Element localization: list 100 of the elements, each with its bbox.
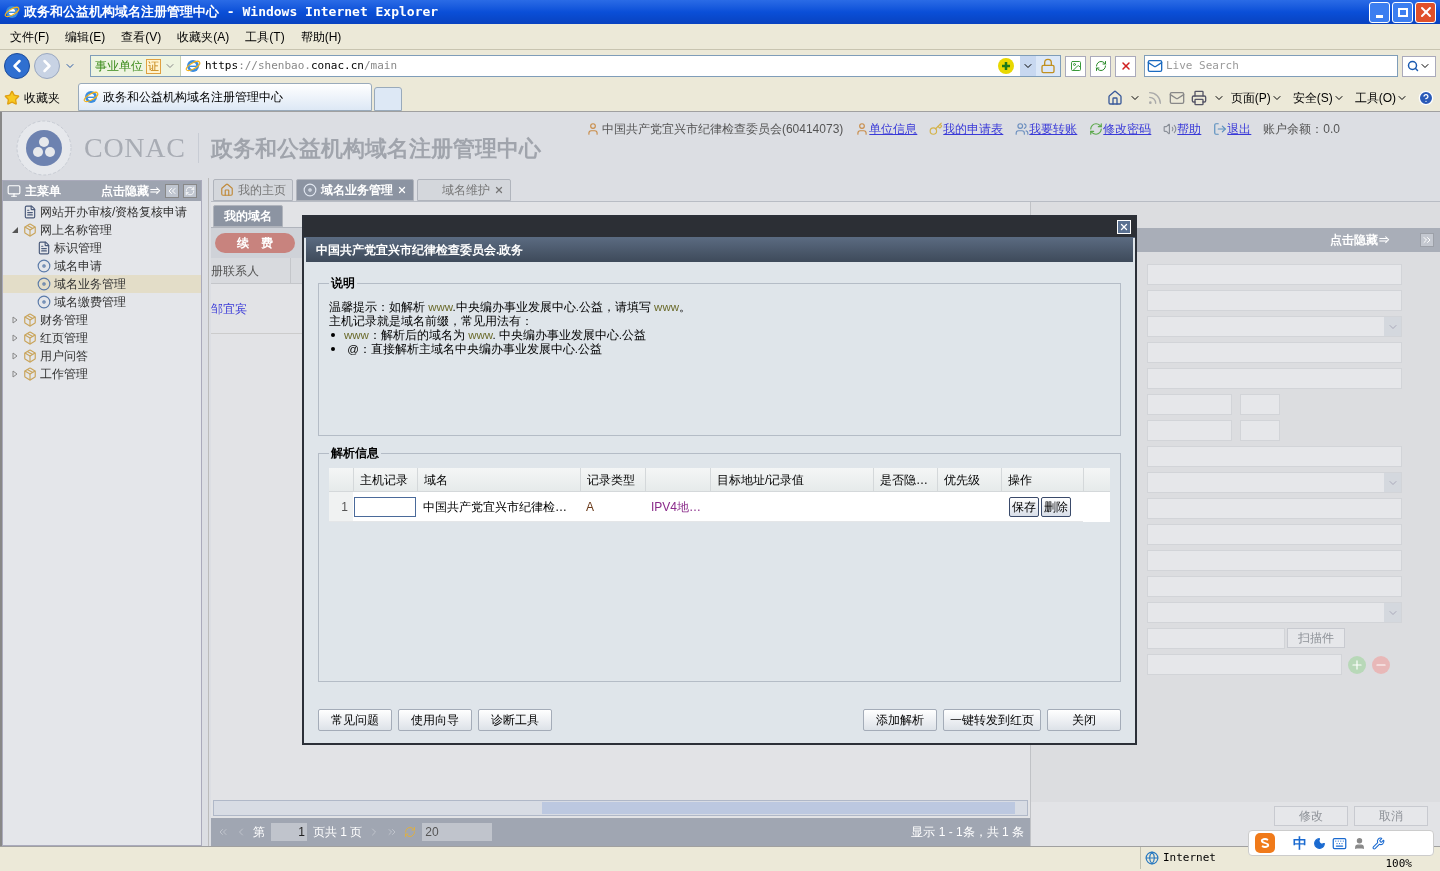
select-field[interactable] xyxy=(1147,316,1402,337)
select-field[interactable] xyxy=(1147,472,1402,493)
dialog-button[interactable]: 常见问题 xyxy=(318,709,392,731)
stop-button[interactable] xyxy=(1115,55,1136,77)
tree-toggle-icon[interactable] xyxy=(11,226,19,234)
tree-toggle-icon[interactable] xyxy=(11,370,19,378)
column-header[interactable]: 是否隐… xyxy=(873,468,937,491)
page-number-field[interactable]: 1 xyxy=(271,823,307,841)
sidebar-item[interactable]: 网上名称管理 xyxy=(3,221,201,239)
close-button[interactable] xyxy=(1415,1,1436,23)
sidebar-item[interactable]: 标识管理 xyxy=(3,239,201,257)
column-header[interactable]: 优先级 xyxy=(937,468,1001,491)
lock-button[interactable] xyxy=(1036,56,1060,76)
sidebar-item[interactable]: 用户问答 xyxy=(3,347,201,365)
dropdown-button[interactable] xyxy=(1020,56,1036,76)
tree-toggle-icon[interactable] xyxy=(11,352,19,360)
refresh-icon[interactable] xyxy=(404,826,417,838)
add-icon[interactable] xyxy=(998,58,1014,74)
collapse-button[interactable] xyxy=(1420,233,1434,247)
search-button[interactable] xyxy=(1402,55,1436,77)
print-icon[interactable] xyxy=(1190,90,1207,106)
restore-button[interactable] xyxy=(1392,1,1413,23)
menu-item[interactable]: 文件(F) xyxy=(10,27,50,46)
close-tab-icon[interactable] xyxy=(494,185,504,195)
menu-item[interactable]: 工具(T) xyxy=(245,27,285,46)
new-tab-button[interactable] xyxy=(374,87,402,111)
moon-icon[interactable] xyxy=(1313,836,1326,850)
header-link[interactable]: 退出 xyxy=(1227,120,1252,138)
sidebar-item[interactable]: 财务管理 xyxy=(3,311,201,329)
input-mode[interactable]: 中 xyxy=(1293,832,1307,854)
column-header[interactable]: 册联系人 xyxy=(211,258,291,283)
menu-item[interactable]: 帮助(H) xyxy=(300,27,342,46)
column-header[interactable]: 域名 xyxy=(417,468,580,491)
row-action-button[interactable]: 删除 xyxy=(1041,496,1071,517)
column-header[interactable]: 操作 xyxy=(1001,468,1083,491)
browser-logo-icon xyxy=(4,4,20,20)
home-icon[interactable] xyxy=(1106,90,1123,106)
wrench-icon[interactable] xyxy=(1372,836,1385,850)
menu-item[interactable]: 编辑(E) xyxy=(65,27,106,46)
box-icon xyxy=(23,367,37,381)
dialog-button[interactable]: 一键转发到红页 xyxy=(943,709,1041,731)
back-button[interactable] xyxy=(4,53,30,79)
command-menu[interactable]: 工具(O) xyxy=(1354,89,1408,107)
close-button[interactable] xyxy=(1117,220,1131,234)
help-icon[interactable] xyxy=(1418,90,1434,106)
command-menu[interactable]: 页面(P) xyxy=(1230,89,1283,107)
note-text: 主机记录就是域名前缀，常见用法有： xyxy=(329,314,533,328)
page-size-select[interactable]: 20 xyxy=(422,823,493,841)
feed-icon[interactable] xyxy=(1146,90,1163,106)
menu-item[interactable]: 查看(V) xyxy=(121,27,162,46)
address-field[interactable]: 事业单位 证 https://shenbao.conac.cn/main xyxy=(90,55,1061,77)
bullet-icon xyxy=(331,333,335,337)
first-page-icon[interactable] xyxy=(217,826,229,838)
sidebar-item[interactable]: 工作管理 xyxy=(3,365,201,383)
browser-tab[interactable]: 政务和公益机构域名注册管理中心 xyxy=(78,83,372,111)
tree-toggle-icon[interactable] xyxy=(11,334,19,342)
sidebar-item[interactable]: 域名业务管理 xyxy=(3,275,201,293)
mail-icon[interactable] xyxy=(1168,90,1185,106)
sidebar-item[interactable]: 域名申请 xyxy=(3,257,201,275)
note-text: @：直接解析主域名中央编办事业发展中心.公益 xyxy=(346,342,603,356)
column-header[interactable]: 目标地址/记录值 xyxy=(710,468,873,491)
sidebar-item[interactable]: 域名缴费管理 xyxy=(3,293,201,311)
zone-label: Internet xyxy=(1163,849,1216,866)
header-link[interactable]: 我要转账 xyxy=(1029,120,1078,138)
dialog-button[interactable]: 关闭 xyxy=(1047,709,1121,731)
keyboard-icon[interactable] xyxy=(1332,835,1347,851)
column-header[interactable]: 主机记录 xyxy=(353,468,417,491)
compatibility-button[interactable] xyxy=(1065,55,1086,77)
row-action-button[interactable]: 保存 xyxy=(1009,496,1039,517)
sidebar-item[interactable]: 网站开办审核/资格复核申请 xyxy=(3,203,201,221)
tree-toggle-icon[interactable] xyxy=(11,316,19,324)
dialog-button[interactable]: 使用向导 xyxy=(398,709,472,731)
header-link[interactable]: 修改密码 xyxy=(1103,120,1152,138)
zoom-level[interactable]: 100% xyxy=(1385,858,1412,869)
sidebar-item[interactable]: 红页管理 xyxy=(3,329,201,347)
search-field[interactable]: Live Search xyxy=(1166,57,1395,75)
collapse-button[interactable] xyxy=(165,184,179,198)
lock-icon xyxy=(1040,58,1056,74)
column-header[interactable]: 记录类型 xyxy=(580,468,645,491)
sidebar-title: 主菜单 xyxy=(25,183,61,200)
minimize-button[interactable] xyxy=(1369,1,1390,23)
host-record-field[interactable] xyxy=(354,496,416,517)
menu-item[interactable]: 收藏夹(A) xyxy=(177,27,230,46)
key-icon xyxy=(929,122,944,136)
favorites-button[interactable]: 收藏夹 xyxy=(4,85,60,111)
header-link[interactable]: 我的申请表 xyxy=(943,120,1004,138)
header-link[interactable]: 单位信息 xyxy=(869,120,918,138)
search-box[interactable]: Live Search xyxy=(1144,55,1398,77)
horizontal-scrollbar[interactable] xyxy=(213,800,1028,816)
dialog-button[interactable]: 添加解析 xyxy=(863,709,937,731)
command-menu[interactable]: 安全(S) xyxy=(1292,89,1345,107)
user-icon[interactable] xyxy=(1353,836,1366,850)
box-icon xyxy=(23,331,37,345)
refresh-button[interactable] xyxy=(1090,55,1111,77)
select-field[interactable] xyxy=(1147,602,1402,623)
remove-icon[interactable] xyxy=(1372,655,1390,674)
monitor-icon xyxy=(7,184,21,198)
refresh-button[interactable] xyxy=(183,184,197,198)
header-link[interactable]: 帮助 xyxy=(1177,120,1202,138)
dialog-button[interactable]: 诊断工具 xyxy=(478,709,552,731)
